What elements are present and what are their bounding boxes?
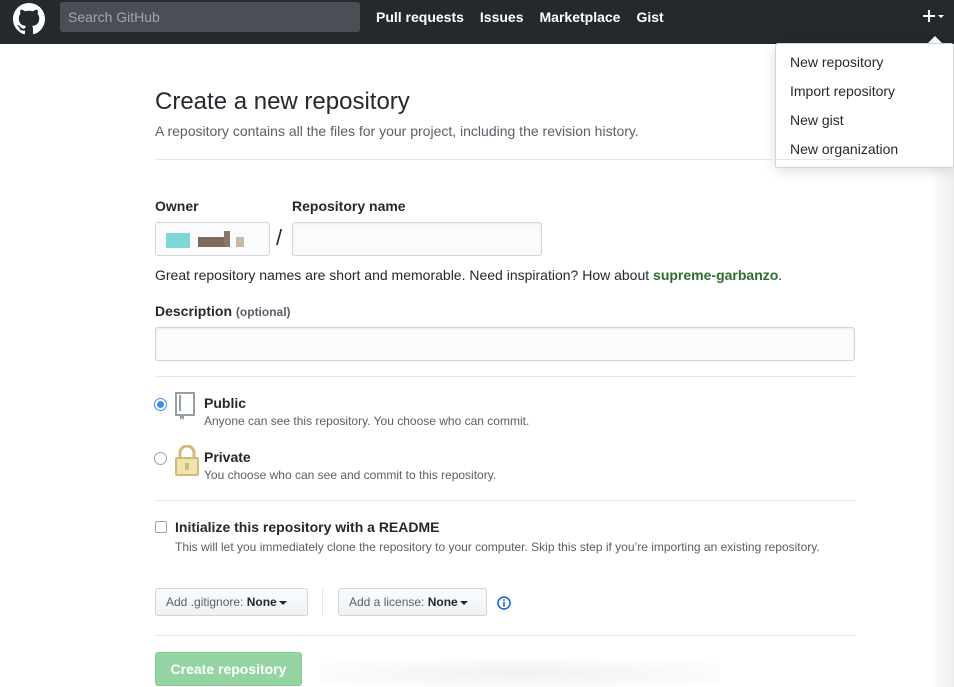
gitignore-label: Add .gitignore: xyxy=(166,595,244,609)
menu-item-new-repository[interactable]: New repository xyxy=(776,50,953,79)
readme-description: This will let you immediately clone the … xyxy=(175,540,820,554)
info-icon[interactable] xyxy=(497,596,511,610)
private-radio[interactable] xyxy=(154,452,167,465)
bottom-shadow xyxy=(320,660,720,687)
page-subtitle: A repository contains all the files for … xyxy=(155,123,639,139)
nav-issues[interactable]: Issues xyxy=(480,8,524,26)
public-title: Public xyxy=(204,395,247,411)
license-select[interactable]: Add a license: None xyxy=(338,588,487,616)
owner-name-redacted xyxy=(198,237,224,247)
menu-item-new-organization[interactable]: New organization xyxy=(776,137,953,166)
top-header: Search GitHub Pull requests Issues Marke… xyxy=(0,0,954,44)
divider xyxy=(155,159,855,160)
description-label: Description (optional) xyxy=(155,303,291,319)
license-value: None xyxy=(427,595,458,609)
repo-name-label: Repository name xyxy=(292,198,406,214)
readme-title: Initialize this repository with a README xyxy=(175,519,440,535)
repo-name-hint: Great repository names are short and mem… xyxy=(155,267,782,283)
private-title: Private xyxy=(204,449,251,465)
create-new-plus-icon[interactable] xyxy=(922,6,948,28)
repo-name-input[interactable] xyxy=(292,222,542,256)
divider xyxy=(155,376,855,377)
private-description: You choose who can see and commit to thi… xyxy=(204,468,497,482)
gitignore-select[interactable]: Add .gitignore: None xyxy=(155,588,308,616)
description-input[interactable] xyxy=(155,327,855,361)
nav-gist[interactable]: Gist xyxy=(636,8,663,26)
chevron-down-icon xyxy=(459,600,468,605)
create-repository-button[interactable]: Create repository xyxy=(155,652,302,686)
page-title: Create a new repository xyxy=(155,88,410,115)
chevron-down-icon xyxy=(278,600,287,605)
github-logo-icon[interactable] xyxy=(13,3,45,35)
menu-item-import-repository[interactable]: Import repository xyxy=(776,79,953,108)
hint-period: . xyxy=(778,267,783,283)
description-label-text: Description xyxy=(155,303,233,319)
nav-pull-requests[interactable]: Pull requests xyxy=(376,8,464,26)
top-nav: Pull requests Issues Marketplace Gist xyxy=(376,8,664,26)
menu-item-new-gist[interactable]: New gist xyxy=(776,108,953,137)
owner-label: Owner xyxy=(155,198,199,214)
owner-name-redacted-part xyxy=(236,237,244,247)
optional-note: (optional) xyxy=(235,305,291,319)
gitignore-value: None xyxy=(246,595,277,609)
search-input[interactable]: Search GitHub xyxy=(60,2,360,32)
owner-avatar xyxy=(166,233,190,248)
owner-select[interactable] xyxy=(155,222,270,256)
lock-icon xyxy=(175,445,199,476)
owner-repo-separator: / xyxy=(276,225,283,250)
create-new-dropdown: New repository Import repository New gis… xyxy=(775,43,954,168)
license-label: Add a license: xyxy=(349,595,425,609)
nav-marketplace[interactable]: Marketplace xyxy=(540,8,621,26)
name-suggestion-link[interactable]: supreme-garbanzo xyxy=(653,267,778,283)
public-description: Anyone can see this repository. You choo… xyxy=(204,414,530,428)
select-separator xyxy=(322,589,323,615)
repo-book-icon xyxy=(175,392,195,420)
owner-name-redacted-part xyxy=(224,231,230,247)
public-radio[interactable] xyxy=(154,398,167,411)
readme-checkbox[interactable] xyxy=(155,521,167,533)
hint-text: Great repository names are short and mem… xyxy=(155,267,654,283)
divider xyxy=(155,635,855,636)
divider xyxy=(155,500,855,501)
